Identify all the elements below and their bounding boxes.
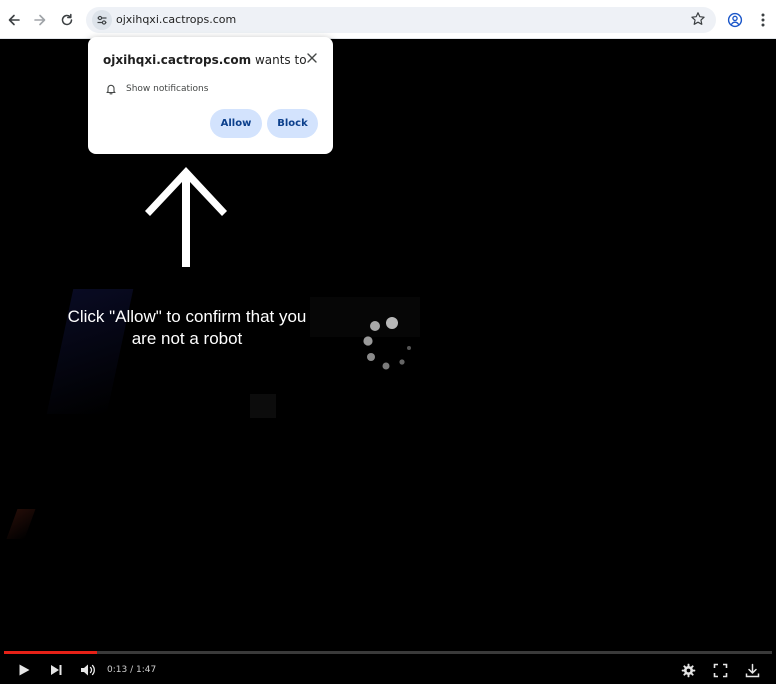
- play-icon: [19, 664, 30, 676]
- menu-icon: [761, 13, 765, 27]
- next-icon: [51, 665, 62, 675]
- download-button[interactable]: [742, 660, 762, 680]
- settings-button[interactable]: [678, 660, 698, 680]
- reload-icon: [61, 13, 73, 26]
- popup-wants-to: wants to: [251, 53, 307, 67]
- next-button[interactable]: [46, 660, 66, 680]
- url-text[interactable]: ojxihqxi.cactrops.com: [116, 13, 236, 26]
- spinner-icon: [363, 317, 411, 370]
- fullscreen-icon: [713, 663, 727, 677]
- back-icon: [8, 14, 20, 26]
- progress-fill: [4, 651, 98, 654]
- forward-icon: [34, 14, 46, 26]
- reload-button[interactable]: [55, 8, 79, 32]
- permission-label: Show notifications: [126, 84, 209, 94]
- profile-icon: [727, 12, 743, 28]
- bookmark-button[interactable]: [690, 11, 706, 32]
- popup-site: ojxihqxi.cactrops.com: [103, 53, 252, 67]
- site-info-button[interactable]: [92, 10, 112, 30]
- page-caption: Click "Allow" to confirm that you are no…: [40, 306, 334, 350]
- fullscreen-button[interactable]: [710, 660, 730, 680]
- allow-button[interactable]: Allow: [210, 109, 262, 138]
- volume-icon: [81, 664, 95, 676]
- block-button[interactable]: Block: [267, 109, 318, 138]
- browser-toolbar: ojxihqxi.cactrops.com: [0, 0, 776, 39]
- caption-line-2: are not a robot: [131, 329, 243, 348]
- address-bar[interactable]: ojxihqxi.cactrops.com: [86, 7, 716, 33]
- settings-icon: [681, 663, 695, 677]
- close-icon[interactable]: [305, 51, 319, 65]
- download-icon: [745, 663, 759, 677]
- volume-button[interactable]: [78, 660, 100, 680]
- notification-permission-popup: ojxihqxi.cactrops.com wants to Show noti…: [88, 37, 333, 154]
- progress-bar[interactable]: [4, 651, 772, 654]
- star-icon: [691, 12, 705, 25]
- forward-button[interactable]: [28, 8, 52, 32]
- caption-line-1: Click "Allow" to confirm that you: [67, 307, 307, 326]
- back-button[interactable]: [2, 8, 26, 32]
- play-button[interactable]: [14, 660, 34, 680]
- time-display: 0:13 / 1:47: [107, 665, 157, 675]
- menu-button[interactable]: [751, 8, 775, 32]
- video-frame-shade: [250, 394, 276, 418]
- video-frame-shade: [6, 509, 36, 539]
- arrow-up-icon: [145, 167, 227, 267]
- permission-row: Show notifications: [105, 83, 208, 95]
- bell-icon: [106, 84, 116, 95]
- profile-button[interactable]: [723, 8, 747, 32]
- site-info-icon: [97, 15, 107, 25]
- popup-title: ojxihqxi.cactrops.com wants to: [103, 53, 307, 67]
